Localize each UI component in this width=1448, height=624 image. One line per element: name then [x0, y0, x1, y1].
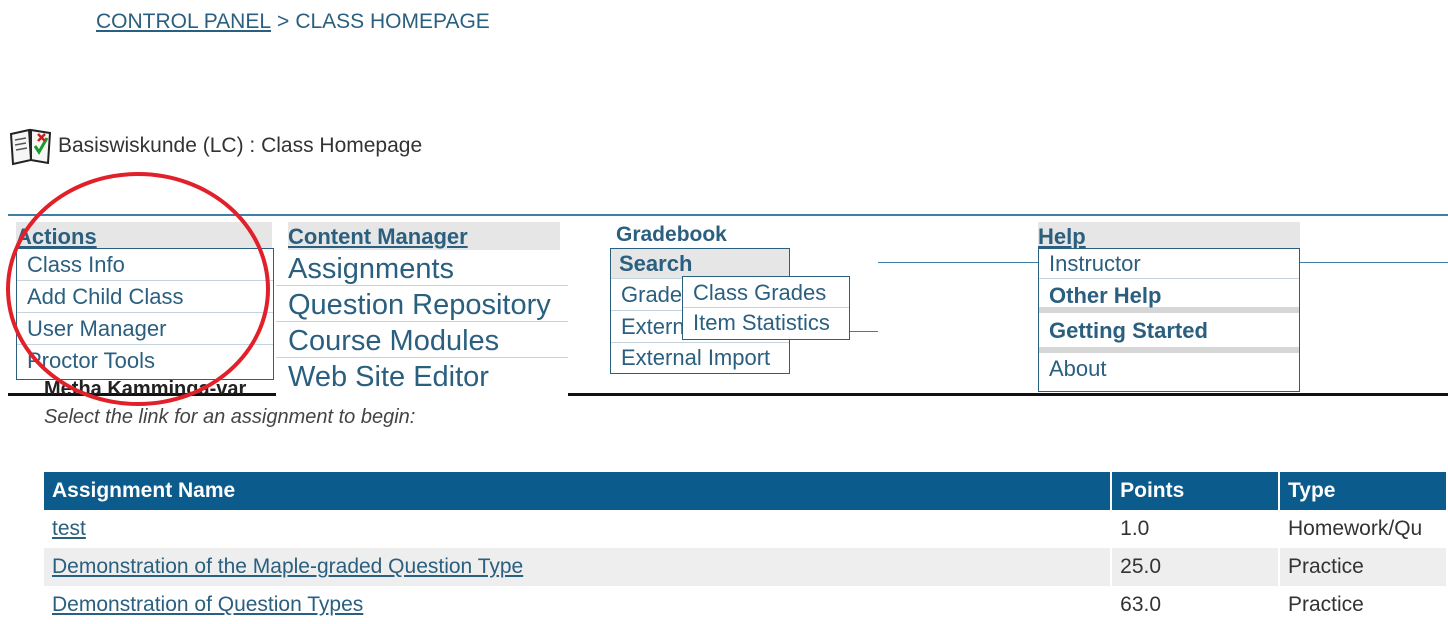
type-cell: Practice: [1279, 586, 1448, 624]
help-dropdown: Instructor Other Help Getting Started Ab…: [1038, 248, 1300, 392]
table-row: Demonstration of the Maple-graded Questi…: [44, 548, 1448, 586]
column-header-points: Points: [1111, 472, 1280, 510]
gradebook-search-flyout: Class Grades Item Statistics: [682, 276, 850, 340]
points-cell: 1.0: [1111, 510, 1280, 548]
breadcrumb-current: CLASS HOMEPAGE: [295, 10, 490, 33]
column-header-type: Type: [1279, 472, 1448, 510]
menu-item-course-modules[interactable]: Course Modules: [276, 322, 568, 358]
column-header-assignment-name: Assignment Name: [44, 472, 1113, 510]
menu-item-class-grades[interactable]: Class Grades: [683, 277, 849, 308]
book-icon: [9, 128, 52, 166]
menu-item-about[interactable]: About: [1039, 353, 1299, 385]
points-cell: 25.0: [1111, 548, 1280, 586]
points-cell: 63.0: [1111, 586, 1280, 624]
assignment-name-cell: Demonstration of the Maple-graded Questi…: [44, 548, 1113, 586]
assignment-link[interactable]: test: [52, 517, 86, 540]
assignments-table: Assignment Name Points Type test 1.0 Hom…: [44, 472, 1448, 624]
menu-content-manager[interactable]: Content Manager: [288, 222, 560, 250]
menu-item-item-statistics[interactable]: Item Statistics: [683, 308, 849, 338]
assignment-name-cell: Demonstration of Question Types: [44, 586, 1113, 624]
table-row: test 1.0 Homework/Qu: [44, 510, 1448, 548]
breadcrumb-control-panel-link[interactable]: CONTROL PANEL: [96, 10, 271, 33]
menu-help[interactable]: Help: [1038, 222, 1300, 250]
assignment-instruction: Select the link for an assignment to beg…: [44, 406, 416, 428]
menu-item-search[interactable]: Search: [611, 249, 789, 279]
content-manager-dropdown: Assignments Question Repository Course M…: [276, 250, 568, 396]
assignment-link[interactable]: Demonstration of the Maple-graded Questi…: [52, 555, 523, 578]
nav-connector-3: [848, 331, 878, 332]
annotation-circle: [6, 172, 270, 406]
assignment-name-cell: test: [44, 510, 1113, 548]
page-title-row: Basiswiskunde (LC) : Class Homepage: [8, 126, 422, 166]
menu-item-external-import[interactable]: External Import: [611, 343, 789, 373]
menu-item-other-help[interactable]: Other Help: [1039, 279, 1299, 313]
menu-item-assignments[interactable]: Assignments: [276, 250, 568, 286]
nav-connector-2: [1298, 262, 1448, 263]
table-row: Demonstration of Question Types 63.0 Pra…: [44, 586, 1448, 624]
page-title: Basiswiskunde (LC) : Class Homepage: [58, 134, 423, 157]
menu-item-question-repository[interactable]: Question Repository: [276, 286, 568, 322]
menu-item-instructor[interactable]: Instructor: [1039, 249, 1299, 279]
menu-item-getting-started[interactable]: Getting Started: [1039, 313, 1299, 353]
assignment-link[interactable]: Demonstration of Question Types: [52, 593, 363, 616]
menu-item-web-site-editor[interactable]: Web Site Editor: [276, 358, 568, 394]
breadcrumb: CONTROL PANEL > CLASS HOMEPAGE: [96, 10, 490, 34]
nav-connector-1: [878, 262, 1038, 263]
breadcrumb-separator: >: [277, 10, 290, 33]
type-cell: Homework/Qu: [1279, 510, 1448, 548]
menu-gradebook[interactable]: Gradebook: [616, 222, 816, 248]
type-cell: Practice: [1279, 548, 1448, 586]
table-header-row: Assignment Name Points Type: [44, 472, 1448, 510]
